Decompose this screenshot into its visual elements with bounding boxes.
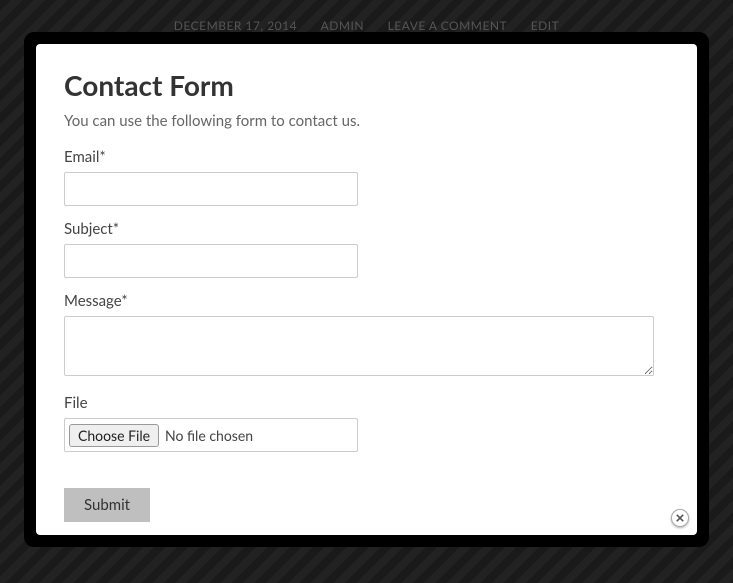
- file-field-group: File Choose File No file chosen: [64, 394, 669, 452]
- form-title: Contact Form: [64, 68, 669, 102]
- subject-field-group: Subject*: [64, 220, 669, 278]
- meta-date: DECEMBER 17, 2014: [174, 18, 297, 33]
- form-intro: You can use the following form to contac…: [64, 112, 669, 130]
- file-label: File: [64, 394, 669, 412]
- background-post-meta: DECEMBER 17, 2014 ADMIN LEAVE A COMMENT …: [0, 18, 733, 33]
- email-field-group: Email*: [64, 148, 669, 206]
- meta-comments: LEAVE A COMMENT: [388, 18, 508, 33]
- message-textarea[interactable]: [64, 316, 654, 376]
- file-status-text: No file chosen: [165, 427, 253, 444]
- email-input[interactable]: [64, 172, 358, 206]
- close-modal-button[interactable]: [671, 509, 689, 527]
- modal-backdrop: Contact Form You can use the following f…: [24, 32, 709, 547]
- subject-input[interactable]: [64, 244, 358, 278]
- message-label: Message*: [64, 292, 669, 310]
- message-field-group: Message*: [64, 292, 669, 380]
- subject-label: Subject*: [64, 220, 669, 238]
- meta-edit: EDIT: [531, 18, 560, 33]
- close-icon: [676, 514, 684, 522]
- file-input-wrap[interactable]: Choose File No file chosen: [64, 418, 358, 452]
- contact-form-modal: Contact Form You can use the following f…: [36, 44, 697, 535]
- email-label: Email*: [64, 148, 669, 166]
- meta-author: ADMIN: [321, 18, 364, 33]
- submit-button[interactable]: Submit: [64, 488, 150, 522]
- choose-file-button[interactable]: Choose File: [69, 424, 159, 447]
